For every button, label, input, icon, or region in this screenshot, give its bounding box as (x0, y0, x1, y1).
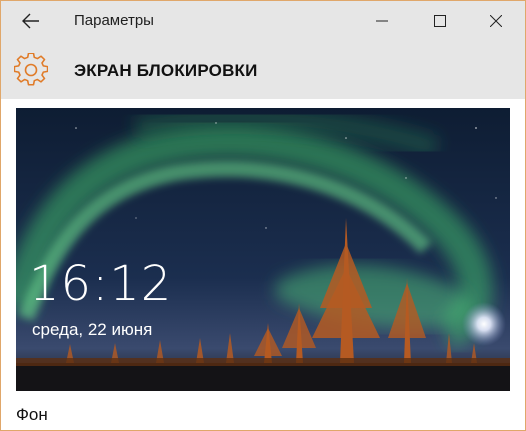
close-button[interactable] (473, 1, 519, 41)
settings-window: Параметры ЭКРАН БЛОКИРОВКИ 16:12 среда, … (0, 0, 526, 431)
maximize-button[interactable] (417, 1, 463, 41)
close-icon (490, 15, 502, 27)
gear-icon (14, 53, 48, 86)
minimize-icon (376, 20, 388, 22)
lock-screen-date: среда, 22 июня (32, 320, 153, 339)
window-title: Параметры (74, 12, 154, 29)
lock-screen-time: 16:12 (29, 256, 173, 312)
background-section-label: Фон (16, 405, 48, 424)
maximize-icon (434, 15, 446, 27)
arrow-left-icon (22, 13, 39, 29)
page-header: ЭКРАН БЛОКИРОВКИ (1, 41, 525, 99)
back-button[interactable] (11, 5, 51, 37)
title-bar: Параметры (1, 1, 525, 41)
aurora-background-image (16, 108, 510, 391)
lock-screen-preview: 16:12 среда, 22 июня (16, 108, 510, 391)
minimize-button[interactable] (359, 1, 405, 41)
page-title: ЭКРАН БЛОКИРОВКИ (74, 61, 258, 80)
